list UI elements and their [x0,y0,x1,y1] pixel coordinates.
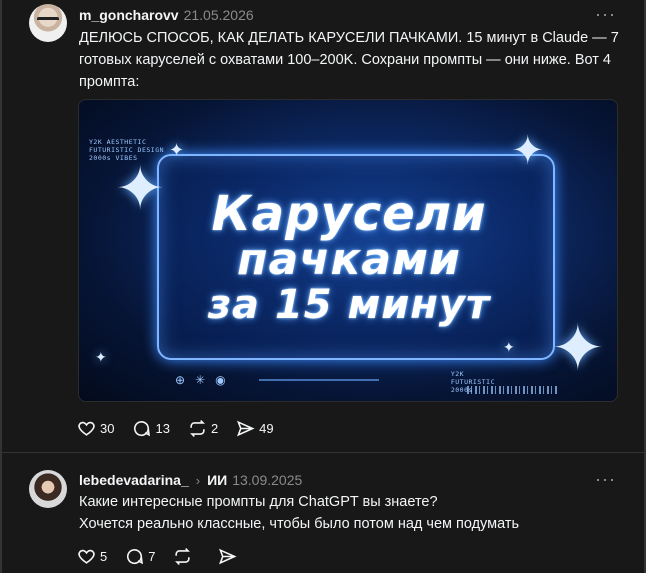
comment-icon [134,420,151,436]
username[interactable]: m_goncharovv [79,7,179,23]
sparkle-star-icon: ✦ [169,140,185,161]
like-button[interactable]: 30 [77,418,114,438]
image-headline-line2: пачками [237,234,461,285]
hud-icons: ⊕ ✳ ◉ [175,373,226,387]
username[interactable]: lebedevadarina_ [79,472,189,488]
like-count: 5 [100,548,108,564]
repost-icon [189,419,205,437]
share-button[interactable] [218,546,241,566]
repost-count: 2 [210,420,219,436]
post-text-line: Какие интересные промпты для ChatGPT вы … [79,494,438,510]
repost-button[interactable] [173,546,196,566]
post-actions: 30 13 2 49 [77,418,292,438]
sparkle-star-icon: ✦ [95,350,107,366]
comment-count: 13 [155,420,170,436]
post-actions: 5 7 [77,546,263,566]
chevron-right-icon: › [195,473,201,488]
post-date: 13.09.2025 [232,472,303,488]
share-button[interactable]: 49 [236,418,274,438]
like-button[interactable]: 5 [77,546,107,566]
barcode-decoration [467,386,557,394]
sparkle-star-icon: ✦ [511,128,545,174]
more-horizontal-icon[interactable]: ··· [595,5,616,23]
post[interactable]: m_goncharovv 21.05.2026 ··· ДЕЛЮСЬ СПОСО… [0,0,646,452]
avatar[interactable] [29,470,67,508]
comment-icon [127,548,144,564]
share-count: 49 [259,420,274,436]
hud-line [259,379,379,381]
sparkle-star-icon: ✦ [503,340,515,356]
post-text: ДЕЛЮСЬ СПОСОБ, КАК ДЕЛАТЬ КАРУСЕЛИ ПАЧКА… [79,30,619,90]
image-headline-line3: за 15 минут [207,282,491,328]
heart-icon [78,549,95,564]
comment-button[interactable]: 7 [125,546,155,566]
post-image[interactable]: Y2K AESTHETIC FUTURISTIC DESIGN 2000s VI… [78,99,618,402]
comment-count: 7 [148,548,156,564]
avatar-glasses [37,17,59,23]
send-icon [237,420,255,436]
heart-icon [78,421,95,436]
repost-icon [175,547,191,565]
repost-button[interactable]: 2 [188,418,218,438]
more-horizontal-icon[interactable]: ··· [595,470,616,488]
post-text-line: Хочется реально классные, чтобы было пот… [79,516,520,532]
comment-button[interactable]: 13 [132,418,170,438]
post-meta: m_goncharovv 21.05.2026 [79,7,254,23]
post-text: Какие интересные промпты для ChatGPT вы … [79,491,624,535]
send-icon [219,548,238,564]
sparkle-star-icon: ✦ [551,312,605,386]
post-meta: lebedevadarina_ › ИИ 13.09.2025 [79,472,302,488]
avatar[interactable] [29,4,67,42]
sparkle-star-icon: ✦ [115,154,166,224]
like-count: 30 [100,420,115,436]
topic-tag[interactable]: ИИ [207,472,227,488]
post-date: 21.05.2026 [183,7,254,23]
